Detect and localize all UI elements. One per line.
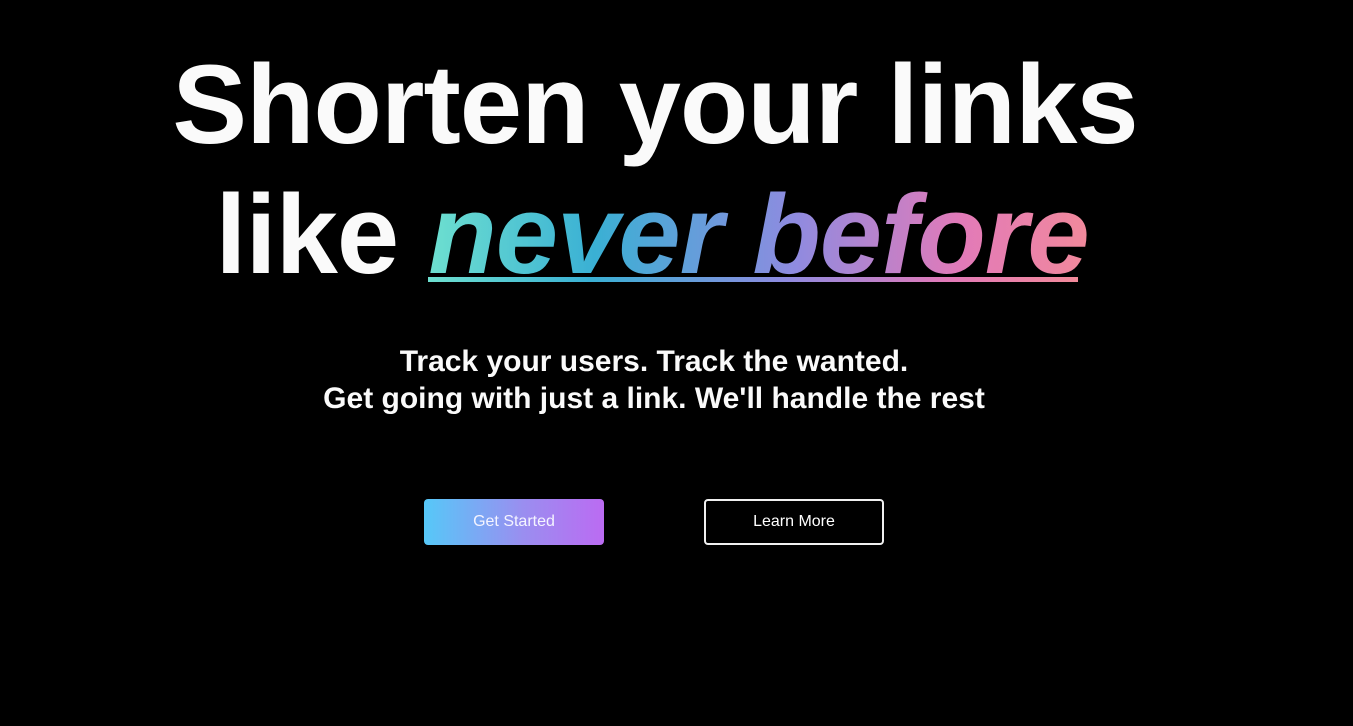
- headline-prefix: like: [215, 172, 429, 297]
- learn-more-button[interactable]: Learn More: [704, 499, 884, 545]
- highlight-underline: [428, 277, 1078, 282]
- subtitle-line-1: Track your users. Track the wanted.: [399, 345, 909, 378]
- headline-text: Shorten your links: [172, 42, 1138, 167]
- subtitle-line-2: Get going with just a link. We'll handle…: [323, 382, 985, 415]
- hero-section: Shorten your links like never before Tra…: [0, 0, 1353, 726]
- get-started-button[interactable]: Get Started: [424, 499, 604, 545]
- headline-line-1: Shorten your links: [0, 40, 1310, 170]
